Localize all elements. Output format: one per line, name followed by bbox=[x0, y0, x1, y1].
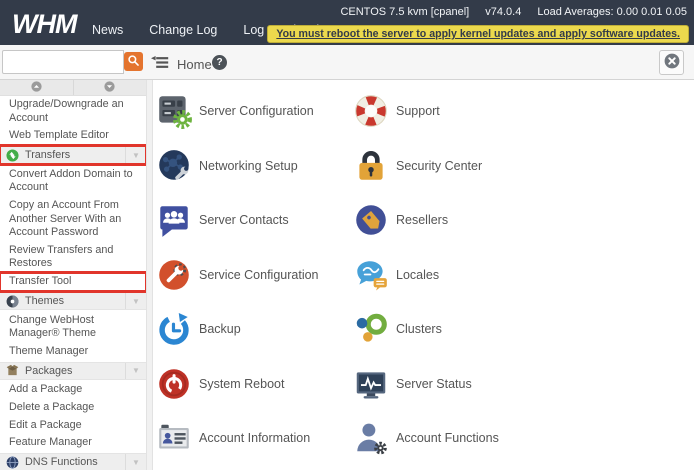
sidebar-item-edit-a-package[interactable]: Edit a Package bbox=[0, 417, 146, 435]
sidebar-item-copy-an-account-from-another-server-with-an-account-password[interactable]: Copy an Account From Another Server With… bbox=[0, 197, 146, 242]
feature-group-label: System Reboot bbox=[199, 376, 285, 391]
reboot-alert-banner[interactable]: You must reboot the server to apply kern… bbox=[267, 25, 689, 43]
feature-group-label: Server Contacts bbox=[199, 213, 289, 228]
security-center-icon bbox=[352, 147, 390, 185]
feature-group-account-functions[interactable]: Account Functions bbox=[351, 411, 694, 466]
sidebar: Upgrade/Downgrade an Account Web Template… bbox=[0, 80, 146, 470]
locales-icon bbox=[352, 256, 390, 294]
feature-group-locales[interactable]: Locales bbox=[351, 248, 694, 303]
help-icon[interactable]: ? bbox=[212, 55, 227, 70]
toolbar: Home ? bbox=[0, 45, 694, 80]
feature-group-account-information[interactable]: Account Information bbox=[154, 411, 351, 466]
collapse-menu-icon[interactable] bbox=[151, 56, 169, 69]
feature-group-label: Server Status bbox=[396, 376, 472, 391]
sidebar-scroll-down-button[interactable] bbox=[73, 80, 146, 97]
breadcrumb[interactable]: Home bbox=[177, 57, 212, 72]
sidebar-item-web-template-editor[interactable]: Web Template Editor bbox=[0, 127, 146, 145]
feature-group-resellers[interactable]: Resellers bbox=[351, 193, 694, 248]
top-bar: WHM NewsChange LogLog Out (root) CENTOS … bbox=[0, 0, 694, 45]
packages-icon bbox=[6, 364, 19, 377]
main-content: Server Configuration Support Networking Se… bbox=[154, 80, 694, 470]
sidebar-section-transfers[interactable]: Transfers ▼ bbox=[0, 144, 146, 167]
sidebar-item-add-a-package[interactable]: Add a Package bbox=[0, 381, 146, 399]
sidebar-item-review-transfers-and-restores[interactable]: Review Transfers and Restores bbox=[0, 242, 146, 273]
system-info: CENTOS 7.5 kvm [cpanel] v74.0.4 Load Ave… bbox=[340, 6, 687, 18]
feature-group-label: Service Configuration bbox=[199, 267, 319, 282]
transfers-icon bbox=[6, 149, 19, 162]
themes-icon bbox=[6, 295, 19, 308]
feature-group-label: Locales bbox=[396, 267, 440, 282]
feature-group-label: Account Functions bbox=[396, 431, 499, 446]
chevron-down-icon[interactable]: ▼ bbox=[125, 362, 146, 379]
sidebar-menu: Upgrade/Downgrade an Account Web Template… bbox=[0, 96, 146, 470]
sidebar-section-packages[interactable]: Packages ▼ bbox=[0, 361, 146, 380]
arrow-down-icon bbox=[104, 80, 115, 97]
search-input[interactable] bbox=[2, 50, 124, 74]
sidebar-section-themes[interactable]: Themes ▼ bbox=[0, 292, 146, 311]
sidebar-scroll-up-button[interactable] bbox=[0, 80, 74, 95]
sidebar-section-label: Themes bbox=[25, 295, 65, 308]
backup-icon bbox=[155, 310, 193, 348]
os-label: CENTOS 7.5 kvm [cpanel] bbox=[340, 6, 470, 18]
server-status-icon bbox=[352, 365, 390, 403]
feature-group-label: Networking Setup bbox=[199, 158, 298, 173]
dns-functions-icon bbox=[6, 455, 19, 469]
sidebar-section-label: Transfers bbox=[25, 149, 71, 162]
feature-group-label: Backup bbox=[199, 322, 241, 337]
chevron-down-icon[interactable]: ▼ bbox=[125, 147, 146, 164]
chevron-down-icon[interactable]: ▼ bbox=[125, 293, 146, 310]
feature-group-label: Support bbox=[396, 104, 440, 119]
service-configuration-icon bbox=[155, 256, 193, 294]
search-icon bbox=[127, 54, 140, 70]
resellers-icon bbox=[352, 201, 390, 239]
support-icon bbox=[352, 92, 390, 130]
account-functions-icon bbox=[352, 419, 390, 457]
sidebar-scroll-buttons bbox=[0, 80, 146, 96]
sidebar-section-label: Packages bbox=[25, 364, 73, 377]
account-information-icon bbox=[155, 419, 193, 457]
feature-group-backup[interactable]: Backup bbox=[154, 302, 351, 357]
sidebar-section-dns-functions[interactable]: DNS Functions ▼ bbox=[0, 453, 146, 470]
clusters-icon bbox=[352, 310, 390, 348]
close-button[interactable] bbox=[659, 50, 684, 75]
sidebar-item-theme-manager[interactable]: Theme Manager bbox=[0, 343, 146, 361]
feature-group-support[interactable]: Support bbox=[351, 84, 694, 139]
feature-group-server-contacts[interactable]: Server Contacts bbox=[154, 193, 351, 248]
feature-group-networking-setup[interactable]: Networking Setup bbox=[154, 139, 351, 194]
sidebar-scrollbar[interactable] bbox=[146, 80, 153, 470]
arrow-up-icon bbox=[31, 80, 42, 97]
whm-window: WHM NewsChange LogLog Out (root) CENTOS … bbox=[0, 0, 694, 470]
feature-group-label: Server Configuration bbox=[199, 104, 314, 119]
feature-group-system-reboot[interactable]: System Reboot bbox=[154, 357, 351, 412]
feature-group-clusters[interactable]: Clusters bbox=[351, 302, 694, 357]
whm-logo[interactable]: WHM bbox=[12, 9, 77, 39]
sidebar-section-label: DNS Functions bbox=[25, 456, 98, 469]
feature-group-grid: Server Configuration Support Networking Se… bbox=[154, 80, 694, 466]
feature-group-label: Resellers bbox=[396, 213, 449, 228]
sidebar-item-feature-manager[interactable]: Feature Manager bbox=[0, 434, 146, 452]
server-configuration-icon bbox=[155, 92, 193, 130]
top-nav-link-news[interactable]: News bbox=[92, 23, 123, 37]
load-averages: Load Averages: 0.00 0.01 0.05 bbox=[537, 6, 687, 18]
feature-group-security-center[interactable]: Security Center bbox=[351, 139, 694, 194]
search-button[interactable] bbox=[124, 52, 143, 71]
feature-group-label: Security Center bbox=[396, 158, 483, 173]
system-reboot-icon bbox=[155, 365, 193, 403]
sidebar-item-change-webhost-manager-theme[interactable]: Change WebHost Manager® Theme bbox=[0, 312, 146, 343]
close-icon bbox=[664, 53, 680, 72]
sidebar-item-convert-addon-domain-to-account[interactable]: Convert Addon Domain to Account bbox=[0, 166, 146, 197]
server-contacts-icon bbox=[155, 201, 193, 239]
chevron-down-icon[interactable]: ▼ bbox=[125, 454, 146, 470]
feature-group-label: Clusters bbox=[396, 322, 442, 337]
feature-group-service-configuration[interactable]: Service Configuration bbox=[154, 248, 351, 303]
top-nav-link-change-log[interactable]: Change Log bbox=[149, 23, 217, 37]
sidebar-item-delete-a-package[interactable]: Delete a Package bbox=[0, 399, 146, 417]
version-label: v74.0.4 bbox=[485, 6, 522, 18]
feature-group-server-status[interactable]: Server Status bbox=[351, 357, 694, 412]
feature-group-server-configuration[interactable]: Server Configuration bbox=[154, 84, 351, 139]
sidebar-item-upgrade-downgrade-an-account[interactable]: Upgrade/Downgrade an Account bbox=[0, 96, 146, 127]
networking-setup-icon bbox=[155, 147, 193, 185]
feature-group-label: Account Information bbox=[199, 431, 311, 446]
sidebar-item-transfer-tool[interactable]: Transfer Tool bbox=[0, 270, 146, 293]
